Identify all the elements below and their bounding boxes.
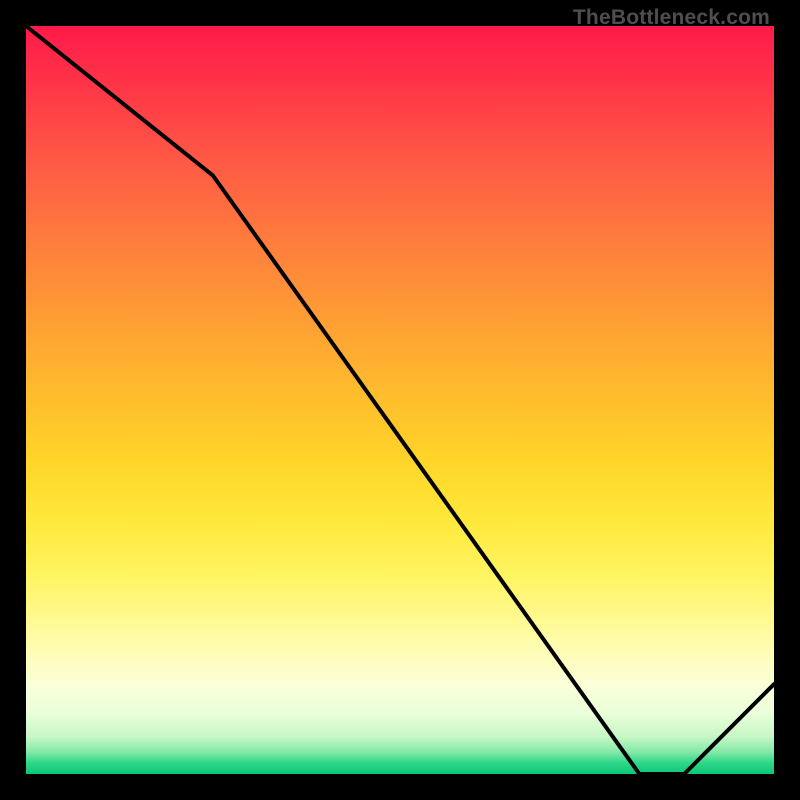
line-series [26,26,774,774]
series-polyline [26,26,774,774]
watermark-text: TheBottleneck.com [573,6,770,30]
chart-stage: TheBottleneck.com [0,0,800,800]
plot-area [26,26,774,774]
